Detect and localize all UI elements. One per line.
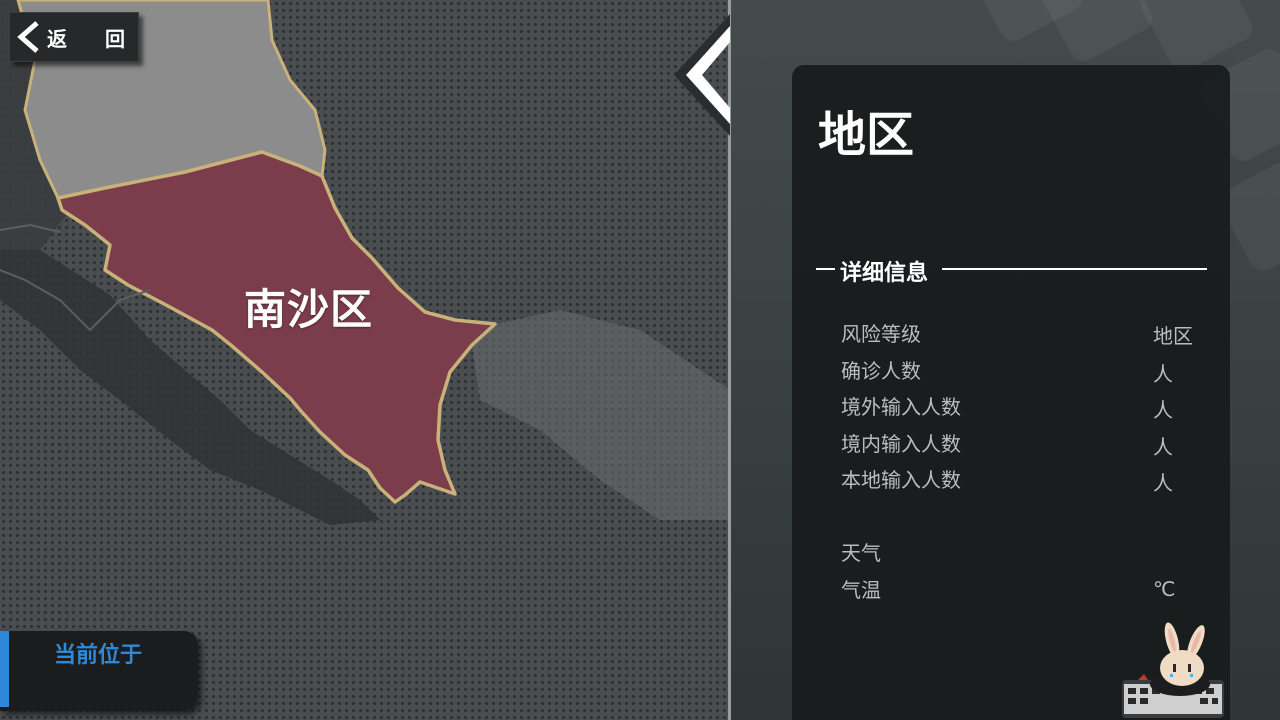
divider (816, 268, 835, 270)
imported-overseas-value: 人 (1153, 398, 1173, 422)
risk-level-label: 风险等级 (841, 322, 921, 346)
chevron-left-icon (17, 21, 39, 53)
section-header: 详细信息 (816, 255, 1207, 286)
collapse-panel-button[interactable] (672, 12, 734, 138)
panel-title: 地区 (818, 107, 915, 163)
map-view[interactable]: 南沙区 (0, 0, 730, 720)
temperature-label: 气温 (841, 578, 881, 602)
temperature-unit: ℃ (1153, 577, 1176, 601)
back-button[interactable]: 返 回 (9, 12, 139, 62)
imported-domestic-value: 人 (1153, 435, 1173, 459)
confirmed-count-label: 确诊人数 (841, 359, 921, 383)
local-cases-label: 本地输入人数 (841, 468, 961, 492)
mascot-bunny-icon (1122, 622, 1224, 718)
local-cases-value: 人 (1153, 471, 1173, 495)
imported-domestic-label: 境内输入人数 (841, 432, 961, 456)
risk-level-value: 地区 (1153, 324, 1193, 348)
district-name-label: 南沙区 (244, 285, 374, 334)
current-location-label: 当前位于 (54, 643, 143, 668)
chevron-left-icon (674, 14, 730, 136)
section-title: 详细信息 (840, 261, 929, 286)
confirmed-count-value: 人 (1153, 362, 1173, 386)
app-root: 南沙区 返 回 地区 详细信息 风险等级 地区 确诊人数 人 境外输入人数 人 … (0, 0, 1280, 720)
accent-bar (0, 631, 9, 707)
imported-overseas-label: 境外输入人数 (841, 395, 961, 419)
map-region-east[interactable] (470, 310, 730, 520)
divider (942, 268, 1207, 270)
back-button-label: 返 (47, 27, 67, 51)
map-canvas (0, 0, 730, 525)
weather-label: 天气 (841, 541, 881, 565)
current-location-tab[interactable]: 当前位于 (0, 631, 198, 711)
back-button-label: 回 (105, 27, 125, 51)
